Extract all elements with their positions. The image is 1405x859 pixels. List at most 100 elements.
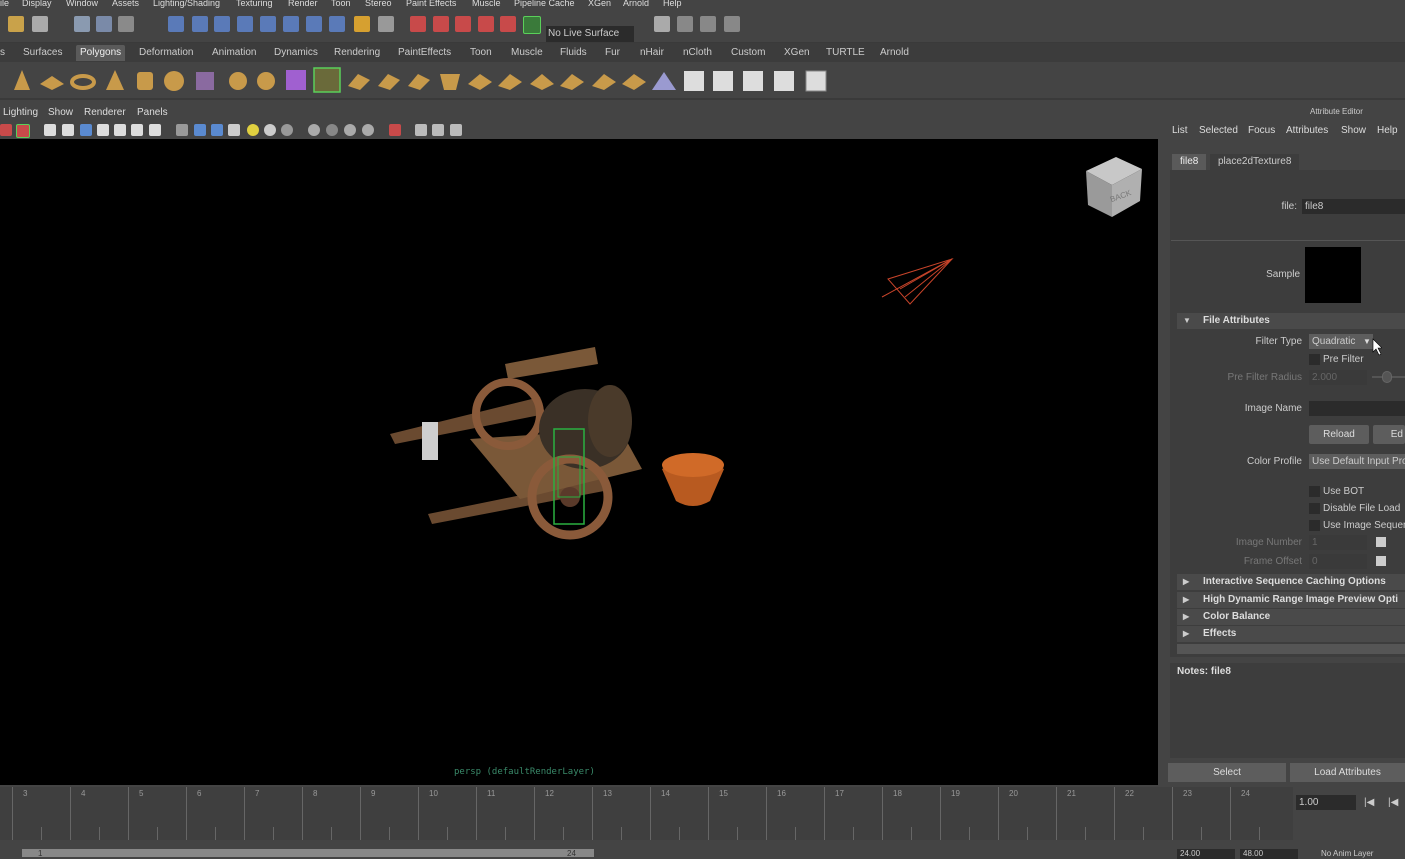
tab-toon[interactable]: Toon	[466, 45, 496, 61]
use-image-sequence-checkbox[interactable]	[1309, 520, 1320, 531]
frame-offset-field[interactable]: 0	[1309, 554, 1367, 569]
pre-filter-radius-field[interactable]: 2.000	[1309, 370, 1367, 385]
menu-arnold[interactable]: Arnold	[623, 0, 649, 8]
tab-xgen[interactable]: XGen	[780, 45, 814, 61]
screen-space-ao-icon[interactable]	[281, 124, 293, 136]
open-scene-icon[interactable]	[8, 16, 24, 32]
menu-assets[interactable]: Assets	[112, 0, 139, 8]
ae-tab-place2dtexture8[interactable]: place2dTexture8	[1210, 154, 1300, 170]
time-slider[interactable]: 3 4 5 6 7 8 9 10 11 12 13 14 15 16 17 18 19 20 21 22 23 24	[0, 787, 1293, 840]
menu-toon[interactable]: Toon	[331, 0, 351, 8]
tab-ncloth[interactable]: nCloth	[679, 45, 716, 61]
tab-polygons[interactable]: Polygons	[76, 45, 126, 61]
menu-file[interactable]: ile	[0, 0, 9, 8]
snap-point-icon[interactable]	[214, 16, 230, 32]
save-scene-icon[interactable]	[32, 16, 48, 32]
map-button-icon[interactable]	[1376, 556, 1386, 566]
safe-title-icon[interactable]	[149, 124, 161, 136]
notes-area[interactable]: Notes: file8	[1170, 663, 1405, 758]
section-color-balance[interactable]: ▶ Color Balance	[1177, 609, 1405, 625]
menu-pipeline-cache[interactable]: Pipeline Cache	[514, 0, 575, 8]
smooth-shade-icon[interactable]	[194, 124, 206, 136]
tab-muscle[interactable]: Muscle	[507, 45, 547, 61]
ae-menu-focus[interactable]: Focus	[1248, 125, 1275, 136]
tab-nhair[interactable]: nHair	[636, 45, 668, 61]
filter-type-dropdown[interactable]: Quadratic	[1309, 334, 1361, 349]
select-button[interactable]: Select	[1168, 763, 1286, 782]
use-all-lights-icon[interactable]	[247, 124, 259, 136]
history-icon[interactable]	[410, 16, 426, 32]
edit-button[interactable]: Ed	[1373, 425, 1405, 444]
menu-texturing[interactable]: Texturing	[236, 0, 273, 8]
resolution-gate-icon[interactable]	[80, 124, 92, 136]
magnet-icon[interactable]	[523, 16, 541, 34]
selection-lock-icon[interactable]	[378, 16, 394, 32]
gate-mask-icon[interactable]	[97, 124, 109, 136]
wireframe-icon[interactable]	[176, 124, 188, 136]
horizontal-scrollbar[interactable]	[1177, 644, 1405, 654]
section-hdr-preview[interactable]: ▶ High Dynamic Range Image Preview Opti	[1177, 592, 1405, 608]
snap-curve-icon[interactable]	[192, 16, 208, 32]
safe-action-icon[interactable]	[131, 124, 143, 136]
step-back-icon[interactable]: |◀	[1388, 797, 1402, 809]
slider-handle[interactable]	[1382, 371, 1392, 383]
ae-tab-file8[interactable]: file8	[1172, 154, 1207, 170]
menu-lighting-shading[interactable]: Lighting/Shading	[153, 0, 220, 8]
tab-arnold[interactable]: Arnold	[876, 45, 913, 61]
render-icon[interactable]	[455, 16, 471, 32]
textured-icon[interactable]	[228, 124, 240, 136]
ae-menu-help[interactable]: Help	[1377, 125, 1398, 136]
tab-turtle[interactable]: TURTLE	[822, 45, 869, 61]
menu-render[interactable]: Render	[288, 0, 318, 8]
bookmarks-icon[interactable]	[16, 124, 30, 138]
multisample-icon[interactable]	[326, 124, 338, 136]
shadows-icon[interactable]	[264, 124, 276, 136]
go-to-start-icon[interactable]: |◀	[1364, 797, 1378, 809]
section-file-attributes[interactable]: ▼ File Attributes	[1177, 313, 1405, 329]
tab-surfaces[interactable]: Surfaces	[19, 45, 66, 61]
select-by-object-icon[interactable]	[96, 16, 112, 32]
construction-history-icon[interactable]	[433, 16, 449, 32]
menu-window[interactable]: Window	[66, 0, 98, 8]
attribute-editor-toggle-icon[interactable]	[677, 16, 693, 32]
image-number-field[interactable]: 1	[1309, 535, 1367, 550]
tool-settings-icon[interactable]	[700, 16, 716, 32]
tab-s[interactable]: s	[0, 45, 9, 61]
render-settings-icon[interactable]	[500, 16, 516, 32]
tab-fluids[interactable]: Fluids	[556, 45, 591, 61]
ipr-render-icon[interactable]	[478, 16, 494, 32]
live-surface-field[interactable]: No Live Surface	[546, 26, 634, 42]
perspective-viewport[interactable]: BACK persp (defaultRenderLayer)	[0, 139, 1158, 785]
menu-paint-effects[interactable]: Paint Effects	[406, 0, 456, 8]
ae-menu-list[interactable]: List	[1172, 125, 1188, 136]
tab-deformation[interactable]: Deformation	[135, 45, 197, 61]
menu-muscle[interactable]: Muscle	[472, 0, 501, 8]
hud-icon[interactable]	[450, 124, 462, 136]
xray-components-icon[interactable]	[432, 124, 444, 136]
menu-stereo[interactable]: Stereo	[365, 0, 392, 8]
snap-view-plane-icon[interactable]	[237, 16, 253, 32]
pre-filter-checkbox[interactable]	[1309, 354, 1320, 365]
use-bot-checkbox[interactable]	[1309, 486, 1320, 497]
tab-dynamics[interactable]: Dynamics	[270, 45, 322, 61]
panel-layout-icon[interactable]	[654, 16, 670, 32]
tab-rendering[interactable]: Rendering	[330, 45, 384, 61]
isolate-icon[interactable]	[362, 124, 374, 136]
panel-menu-lighting[interactable]: Lighting	[3, 107, 38, 118]
section-interactive-sequence-caching[interactable]: ▶ Interactive Sequence Caching Options	[1177, 574, 1405, 590]
ae-menu-show[interactable]: Show	[1341, 125, 1366, 136]
camera-attributes-icon[interactable]	[0, 124, 12, 136]
snap-grid-icon[interactable]	[168, 16, 184, 32]
tab-animation[interactable]: Animation	[208, 45, 260, 61]
file-node-name-field[interactable]: file8	[1302, 199, 1405, 214]
snap-grid-alt-icon[interactable]	[283, 16, 299, 32]
load-attributes-button[interactable]: Load Attributes	[1290, 763, 1405, 782]
select-by-hierarchy-icon[interactable]	[74, 16, 90, 32]
tab-custom[interactable]: Custom	[727, 45, 769, 61]
panel-menu-renderer[interactable]: Renderer	[84, 107, 126, 118]
grid-toggle-icon[interactable]	[44, 124, 56, 136]
ae-menu-selected[interactable]: Selected	[1199, 125, 1238, 136]
reload-button[interactable]: Reload	[1309, 425, 1369, 444]
current-frame-field[interactable]: 1.00	[1296, 795, 1356, 810]
snap-surface-icon[interactable]	[260, 16, 276, 32]
